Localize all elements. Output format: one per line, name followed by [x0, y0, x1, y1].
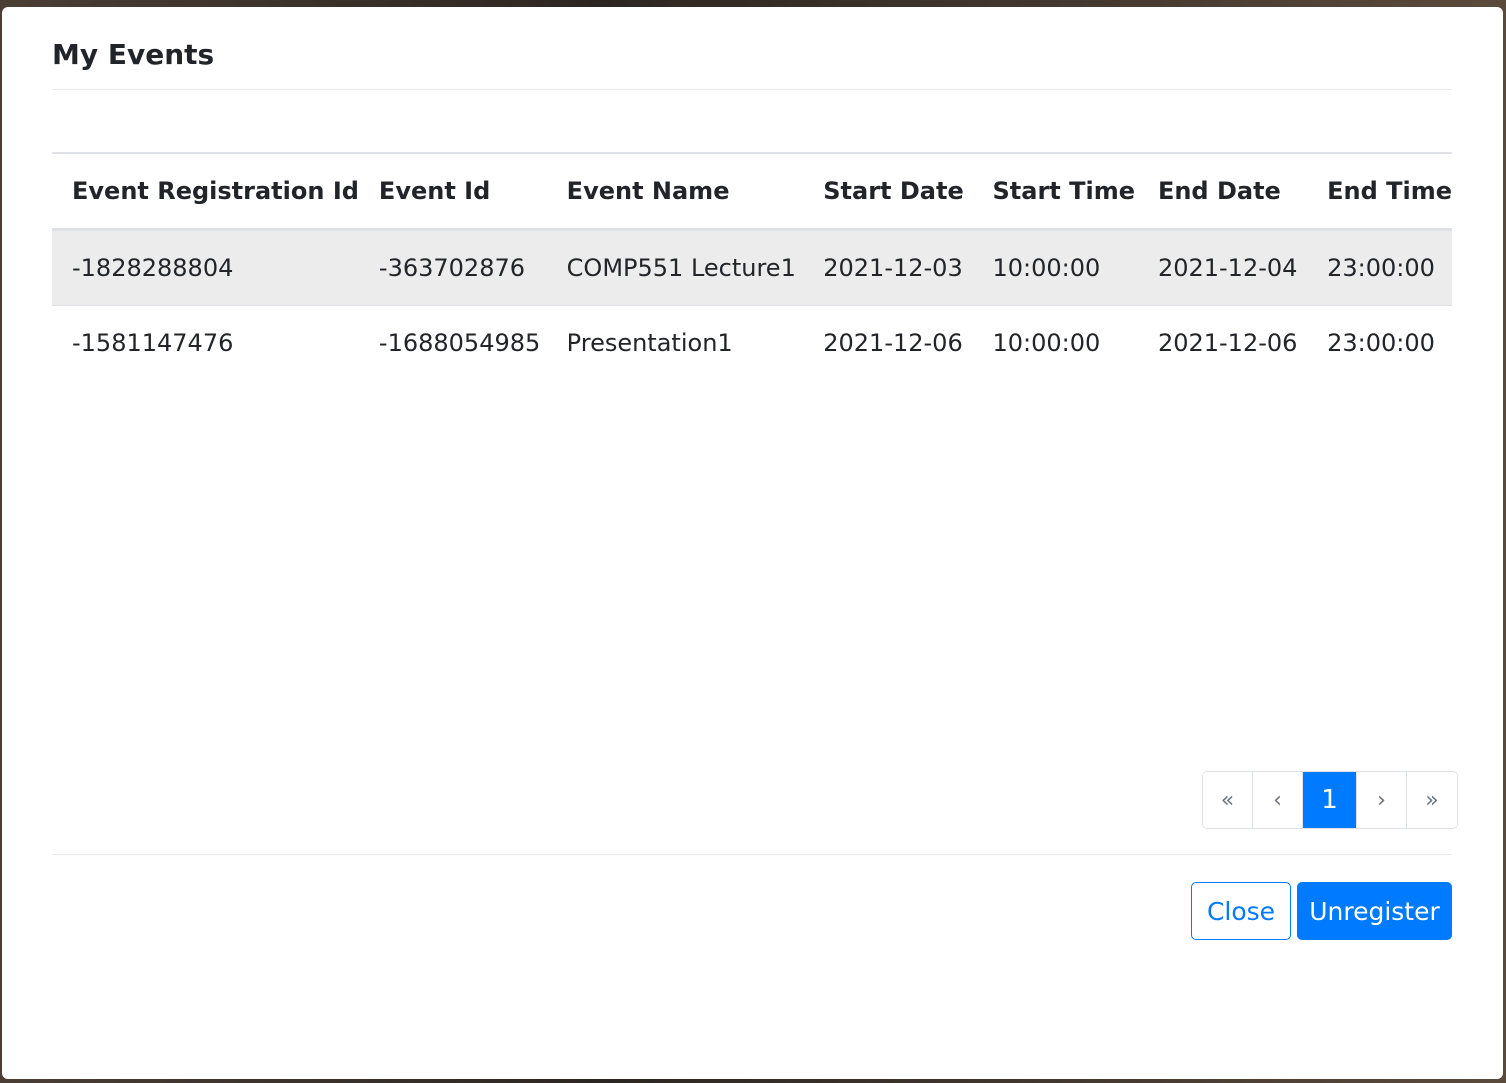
- pagination: « ‹ 1 › »: [1202, 771, 1458, 829]
- events-table: Event Registration Id Event Id Event Nam…: [52, 152, 1452, 381]
- cell-event-id: -1688054985: [378, 329, 541, 358]
- pagination-last-button[interactable]: »: [1407, 772, 1457, 828]
- cell-registration-id: -1828288804: [52, 229, 359, 306]
- cell-start-date: 2021-12-03: [803, 229, 973, 306]
- modal-header: My Events: [52, 7, 1452, 90]
- events-table-container: Event Registration Id Event Id Event Nam…: [52, 152, 1452, 381]
- cell-event-name: Presentation1: [566, 329, 733, 358]
- cell-registration-id: -1581147476: [72, 329, 234, 358]
- close-button[interactable]: Close: [1191, 882, 1291, 940]
- cell-event-id: -363702876: [358, 229, 547, 306]
- column-header-start-time: Start Time: [972, 152, 1138, 231]
- pagination-first-button[interactable]: «: [1203, 772, 1253, 828]
- table-row[interactable]: -1581147476 -1688054985 Presentation1 20…: [52, 305, 1452, 381]
- column-header-registration-id: Event Registration Id: [52, 152, 359, 231]
- cell-start-date: 2021-12-06: [823, 329, 963, 358]
- unregister-button[interactable]: Unregister: [1297, 882, 1452, 940]
- cell-start-time: 10:00:00: [992, 329, 1101, 358]
- my-events-modal: My Events Event Registration Id Event Id…: [2, 7, 1503, 1079]
- cell-end-time: 23:00:00: [1327, 329, 1435, 358]
- column-header-event-name: Event Name: [546, 152, 804, 231]
- cell-start-time: 10:00:00: [972, 229, 1138, 306]
- table-row[interactable]: -1828288804 -363702876 COMP551 Lecture1 …: [52, 229, 1452, 306]
- column-header-start-date: Start Date: [803, 152, 973, 231]
- pagination-prev-button[interactable]: ‹: [1253, 772, 1303, 828]
- pagination-next-button[interactable]: ›: [1357, 772, 1407, 828]
- modal-title: My Events: [52, 38, 215, 71]
- cell-end-date: 2021-12-04: [1137, 229, 1308, 306]
- cell-end-time: 23:00:00: [1307, 229, 1452, 306]
- cell-end-date: 2021-12-06: [1157, 329, 1298, 358]
- pagination-page-1[interactable]: 1: [1303, 772, 1357, 828]
- table-header-row: Event Registration Id Event Id Event Nam…: [52, 152, 1452, 231]
- column-header-end-time: End Time: [1307, 152, 1452, 231]
- cell-event-name: COMP551 Lecture1: [546, 229, 804, 306]
- modal-footer: Close Unregister: [52, 854, 1452, 940]
- column-header-event-id: Event Id: [358, 152, 547, 231]
- column-header-end-date: End Date: [1137, 152, 1308, 231]
